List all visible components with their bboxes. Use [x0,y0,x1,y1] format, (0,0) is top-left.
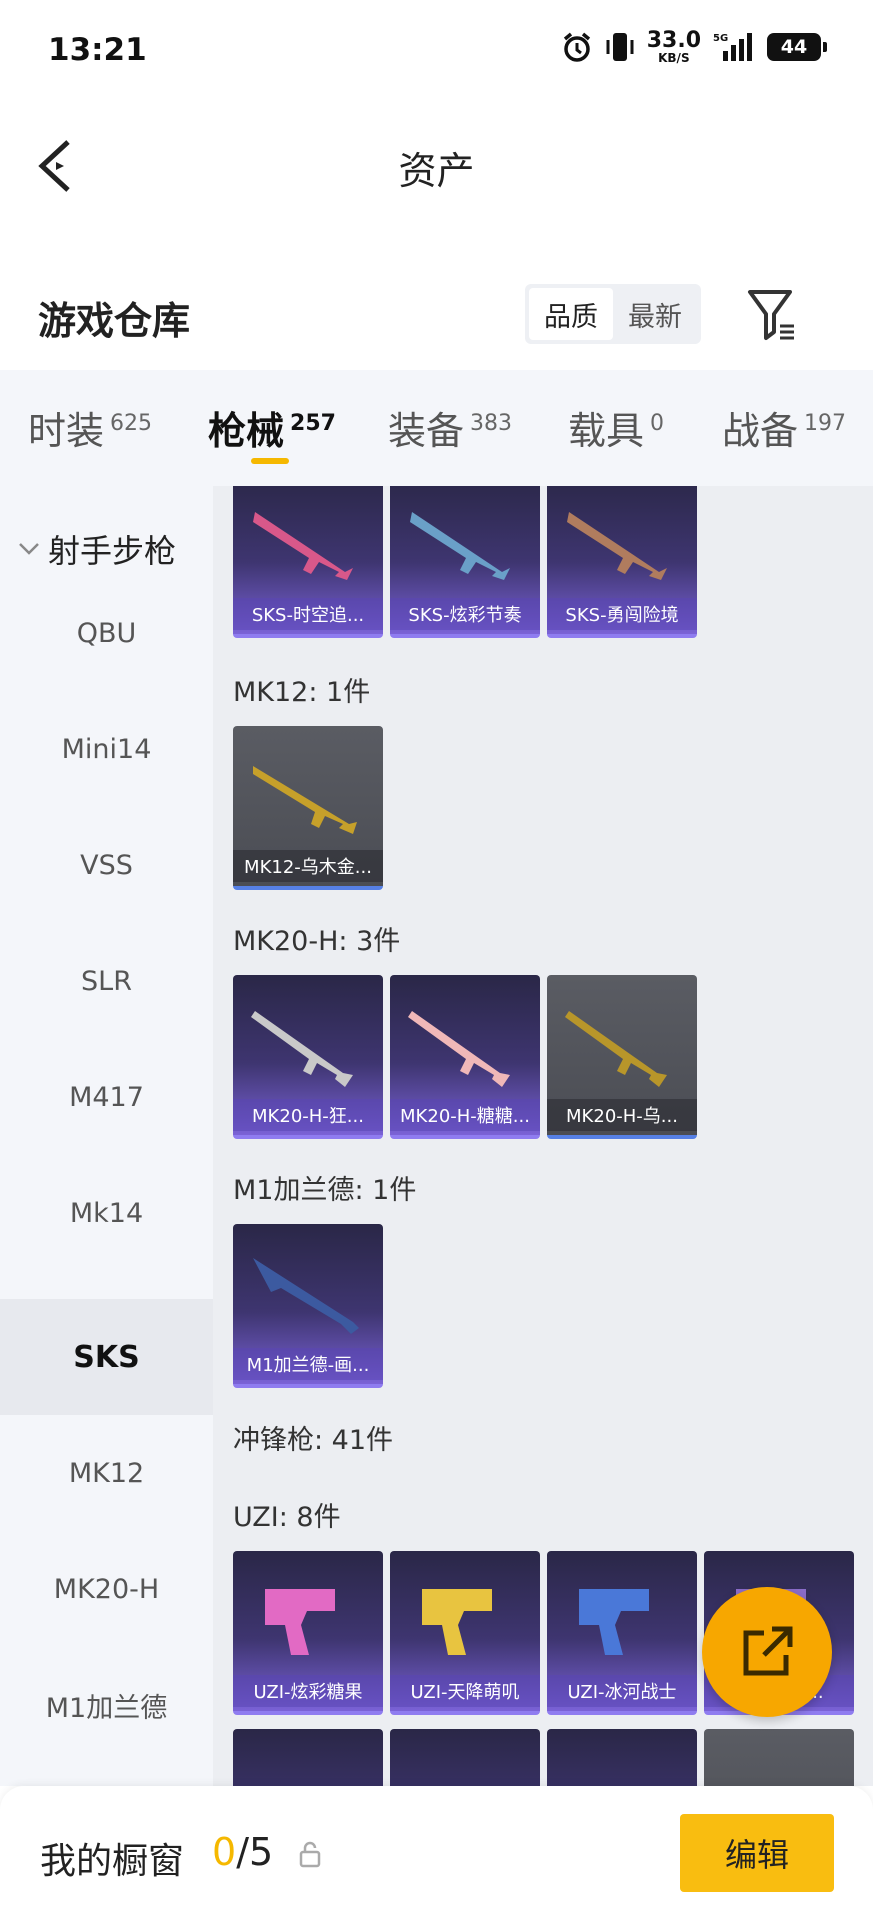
sidebar-item-mini14[interactable]: Mini14 [0,691,213,807]
weapon-card[interactable] [547,1729,697,1786]
rifle-icon [410,512,510,580]
weapon-card[interactable]: MK20-H-糖糖... [390,975,540,1139]
weapon-card[interactable]: MK20-H-乌... [547,975,697,1139]
rifle-icon [253,512,353,580]
lock-icon [299,1841,321,1868]
svg-text:5G: 5G [713,33,728,44]
tab-guns[interactable]: 枪械 257 [208,400,336,455]
weapon-sidebar: 射手步枪 QBU Mini14 VSS SLR M417 Mk14 SKS MK… [0,486,213,1786]
smg-icon [422,1589,492,1655]
sort-quality[interactable]: 品质 [529,288,613,340]
app-header: 资产 [0,100,873,230]
showcase-label: 我的橱窗 [40,1841,185,1882]
sort-newest[interactable]: 最新 [613,288,697,340]
tab-underline [251,458,289,464]
weapon-card[interactable]: MK12-乌木金... [233,726,383,890]
weapon-card[interactable]: UZI-天降萌叽 [390,1551,540,1715]
share-button[interactable] [702,1587,832,1717]
weapon-card[interactable] [704,1729,854,1786]
tab-equipment[interactable]: 装备 383 [388,400,512,455]
weapon-card[interactable]: M1加兰德-画... [233,1224,383,1388]
bottom-bar: 我的橱窗 0/5 编辑 [0,1786,873,1920]
sidebar-item-slr[interactable]: SLR [0,923,213,1039]
rifle-icon [251,1011,353,1087]
group-title-smg: 冲锋枪: 41件 [233,1425,394,1456]
signal-5g-icon: 5G [713,33,752,61]
rifle-icon [253,766,357,834]
edit-button[interactable]: 编辑 [680,1814,834,1892]
group-title-mk20h: MK20-H: 3件 [233,926,401,957]
chevron-down-icon [19,543,39,555]
sidebar-item-mk14[interactable]: Mk14 [0,1155,213,1271]
weapon-card[interactable]: SKS-时空追... [233,486,383,638]
alarm-icon [563,32,590,62]
weapon-card[interactable]: MK20-H-狂... [233,975,383,1139]
rifle-icon [408,1011,510,1087]
weapon-card[interactable]: SKS-炫彩节奏 [390,486,540,638]
group-title-m1: M1加兰德: 1件 [233,1175,417,1206]
sidebar-item-m417[interactable]: M417 [0,1039,213,1155]
vibrate-icon [606,33,634,61]
rifle-icon [565,1011,667,1087]
tab-fashion[interactable]: 时装 625 [28,400,152,455]
group-title-mk12: MK12: 1件 [233,677,371,708]
smg-icon [265,1589,335,1655]
category-tabs: 时装 625 枪械 257 装备 383 载具 0 战备 197 [0,370,873,486]
weapon-card[interactable] [233,1729,383,1786]
showcase-count: 0/5 [212,1830,274,1874]
weapon-card[interactable]: UZI-炫彩糖果 [233,1551,383,1715]
tab-supplies[interactable]: 战备 197 [722,400,846,455]
status-bar: 13:21 33.0 KB/S 5G 44 [0,0,873,100]
sidebar-item-m1-garand[interactable]: M1加兰德 [0,1647,213,1763]
status-icons: 33.0 KB/S 5G 44 [561,28,827,65]
group-title-uzi: UZI: 8件 [233,1502,341,1533]
page-title: 资产 [398,149,475,193]
rifle-icon [253,1258,359,1334]
weapon-card[interactable]: UZI-冰河战士 [547,1551,697,1715]
sidebar-item-vss[interactable]: VSS [0,807,213,923]
filter-icon[interactable] [746,286,800,342]
weapon-card[interactable]: SKS-勇闯险境 [547,486,697,638]
tab-vehicles[interactable]: 载具 0 [568,400,664,455]
sidebar-item-sks[interactable]: SKS [0,1299,213,1415]
sidebar-item-mk20h[interactable]: MK20-H [0,1531,213,1647]
section-title: 游戏仓库 [38,299,191,343]
share-icon [743,1626,793,1676]
weapon-card[interactable] [390,1729,540,1786]
smg-icon [579,1589,649,1655]
battery-icon: 44 [767,33,827,61]
sort-toggle: 品质 最新 [525,284,701,344]
net-speed: 33.0 KB/S [646,28,701,65]
status-time: 13:21 [48,32,147,68]
sidebar-category[interactable]: 射手步枪 [18,526,176,572]
section-header: 游戏仓库 品质 最新 [0,230,873,370]
rifle-icon [567,512,667,580]
sidebar-item-mk12[interactable]: MK12 [0,1415,213,1531]
sidebar-item-qbu[interactable]: QBU [0,575,213,691]
